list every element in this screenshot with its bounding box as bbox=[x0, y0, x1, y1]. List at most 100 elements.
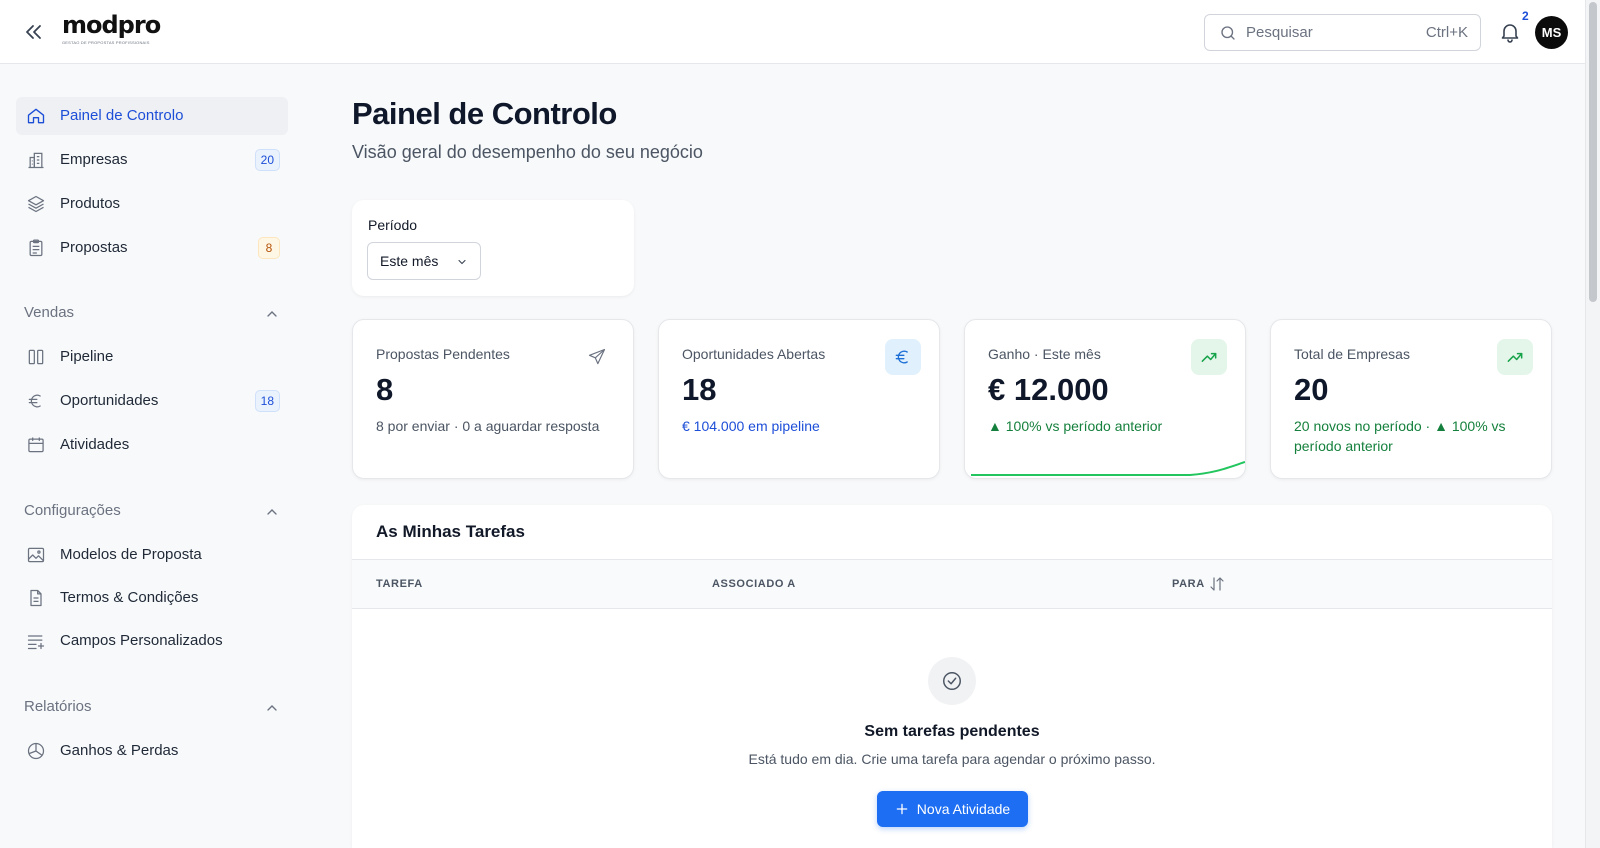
stat-note: ▲ 100% vs período anterior bbox=[988, 418, 1163, 434]
count-badge: 8 bbox=[258, 237, 280, 259]
search-shortcut: Ctrl+K bbox=[1425, 24, 1468, 41]
chevron-up-icon bbox=[267, 509, 277, 515]
search-input[interactable]: Pesquisar Ctrl+K bbox=[1204, 14, 1481, 51]
pie-chart-icon bbox=[27, 742, 45, 760]
scrollbar[interactable] bbox=[1585, 0, 1600, 848]
clipboard-icon bbox=[29, 239, 43, 257]
top-bar: modpro GESTAO DE PROPOSTAS PROFISSIONAIS… bbox=[0, 0, 1585, 64]
bell-icon[interactable] bbox=[1498, 20, 1522, 44]
sidebar-item-ganhos-perdas[interactable]: Ganhos & Perdas bbox=[16, 732, 288, 770]
collapse-sidebar-icon[interactable] bbox=[22, 20, 46, 44]
column-header-tarefa: TAREFA bbox=[376, 578, 423, 590]
document-icon bbox=[30, 589, 42, 607]
stat-value: € 12.000 bbox=[988, 372, 1109, 407]
stat-title: Oportunidades Abertas bbox=[682, 346, 826, 362]
column-header-para[interactable]: PARA bbox=[1172, 578, 1205, 590]
count-badge: 18 bbox=[254, 390, 280, 412]
stat-title: Total de Empresas bbox=[1294, 346, 1410, 362]
sidebar-item-propostas[interactable]: Propostas 8 bbox=[16, 229, 288, 267]
section-label: Vendas bbox=[24, 304, 75, 321]
avatar[interactable]: MS bbox=[1535, 16, 1568, 49]
layers-icon bbox=[27, 195, 45, 213]
notification-count-badge: 2 bbox=[1522, 9, 1529, 23]
sidebar-item-empresas[interactable]: Empresas 20 bbox=[16, 141, 288, 179]
chevron-down-icon bbox=[458, 259, 466, 265]
sidebar-item-modelos-de-proposta[interactable]: Modelos de Proposta bbox=[16, 536, 288, 574]
trending-up-icon bbox=[1497, 339, 1533, 375]
stat-card-total-de-empresas[interactable]: Total de Empresas 20 20 novos no período… bbox=[1270, 319, 1552, 479]
stat-note: € 104.000 em pipeline bbox=[682, 418, 820, 434]
euro-icon bbox=[28, 394, 41, 408]
sidebar-item-produtos[interactable]: Produtos bbox=[16, 185, 288, 223]
send-icon bbox=[579, 339, 615, 375]
empty-state-description: Está tudo em dia. Crie uma tarefa para a… bbox=[748, 751, 1156, 767]
sidebar: Painel de Controlo Empresas 20 Produtos … bbox=[0, 64, 305, 848]
calendar-icon bbox=[28, 437, 44, 453]
sidebar-item-label: Modelos de Proposta bbox=[60, 546, 202, 563]
empty-state-title: Sem tarefas pendentes bbox=[864, 723, 1040, 740]
scrollbar-thumb[interactable] bbox=[1589, 2, 1597, 302]
tasks-table-header: TAREFA ASSOCIADO A PARA bbox=[352, 559, 1552, 609]
sidebar-item-label: Oportunidades bbox=[60, 392, 159, 409]
sidebar-item-label: Empresas bbox=[60, 151, 128, 168]
sidebar-item-painel-de-controlo[interactable]: Painel de Controlo bbox=[16, 97, 288, 135]
period-select[interactable]: Este mês bbox=[367, 242, 481, 280]
stat-note: 8 por enviar · 0 a aguardar resposta bbox=[376, 418, 600, 434]
check-circle-icon bbox=[928, 657, 976, 705]
tasks-card: As Minhas Tarefas TAREFA ASSOCIADO A PAR… bbox=[352, 505, 1552, 848]
sidebar-item-label: Pipeline bbox=[60, 348, 114, 365]
column-header-associado-a: ASSOCIADO A bbox=[712, 578, 796, 590]
sidebar-item-oportunidades[interactable]: Oportunidades 18 bbox=[16, 382, 288, 420]
logo-tagline: GESTAO DE PROPOSTAS PROFISSIONAIS bbox=[62, 40, 150, 45]
chevron-up-icon bbox=[267, 311, 277, 317]
logo[interactable]: modpro GESTAO DE PROPOSTAS PROFISSIONAIS bbox=[62, 11, 161, 45]
image-icon bbox=[27, 547, 45, 563]
sidebar-item-label: Campos Personalizados bbox=[60, 632, 223, 649]
chevron-up-icon bbox=[267, 705, 277, 711]
section-header-configuracoes[interactable]: Configurações bbox=[24, 502, 280, 522]
stat-value: 18 bbox=[682, 372, 717, 407]
section-header-relatorios[interactable]: Relatórios bbox=[24, 698, 280, 718]
period-select-value: Este mês bbox=[380, 253, 439, 269]
new-activity-label: Nova Atividade bbox=[916, 801, 1011, 817]
tasks-title: As Minhas Tarefas bbox=[376, 522, 525, 541]
sidebar-item-label: Atividades bbox=[60, 436, 130, 453]
euro-icon bbox=[885, 339, 921, 375]
search-icon bbox=[1221, 26, 1235, 40]
count-badge: 20 bbox=[254, 149, 280, 171]
page-subtitle: Visão geral do desempenho do seu negócio bbox=[352, 142, 703, 162]
stat-title: Propostas Pendentes bbox=[376, 346, 510, 362]
sort-icon[interactable] bbox=[1208, 575, 1226, 593]
sidebar-item-label: Propostas bbox=[60, 239, 128, 256]
trending-up-icon bbox=[1191, 339, 1227, 375]
sparkline bbox=[971, 461, 1245, 476]
stat-value: 20 bbox=[1294, 372, 1329, 407]
logo-wordmark: modpro bbox=[62, 11, 161, 39]
period-label: Período bbox=[368, 217, 418, 233]
sidebar-item-label: Produtos bbox=[60, 195, 121, 212]
page-title: Painel de Controlo bbox=[352, 96, 617, 131]
period-filter-card: Período Este mês bbox=[352, 200, 634, 296]
section-label: Configurações bbox=[24, 502, 121, 519]
sidebar-item-atividades[interactable]: Atividades bbox=[16, 426, 288, 464]
stat-card-propostas-pendentes[interactable]: Propostas Pendentes 8 8 por enviar · 0 a… bbox=[352, 319, 634, 479]
stat-title: Ganho · Este mês bbox=[988, 346, 1101, 362]
new-activity-button[interactable]: Nova Atividade bbox=[877, 791, 1028, 827]
stat-note: 20 novos no período · ▲ 100% vs período … bbox=[1294, 418, 1506, 454]
stat-value: 8 bbox=[376, 372, 394, 407]
sidebar-item-label: Termos & Condições bbox=[60, 589, 199, 606]
section-label: Relatórios bbox=[24, 698, 92, 715]
stat-card-oportunidades-abertas[interactable]: Oportunidades Abertas 18 € 104.000 em pi… bbox=[658, 319, 940, 479]
sidebar-item-label: Ganhos & Perdas bbox=[60, 742, 179, 759]
stat-card-ganho[interactable]: Ganho · Este mês € 12.000 ▲ 100% vs perí… bbox=[964, 319, 1246, 479]
section-header-vendas[interactable]: Vendas bbox=[24, 304, 280, 324]
home-icon bbox=[27, 108, 45, 124]
sidebar-item-campos-personalizados[interactable]: Campos Personalizados bbox=[16, 622, 288, 660]
sidebar-item-termos-condicoes[interactable]: Termos & Condições bbox=[16, 579, 288, 617]
list-plus-icon bbox=[27, 635, 45, 650]
search-placeholder: Pesquisar bbox=[1246, 24, 1313, 41]
sidebar-item-label: Painel de Controlo bbox=[60, 107, 184, 124]
plus-icon bbox=[896, 803, 908, 815]
columns-icon bbox=[28, 349, 44, 365]
sidebar-item-pipeline[interactable]: Pipeline bbox=[16, 338, 288, 376]
